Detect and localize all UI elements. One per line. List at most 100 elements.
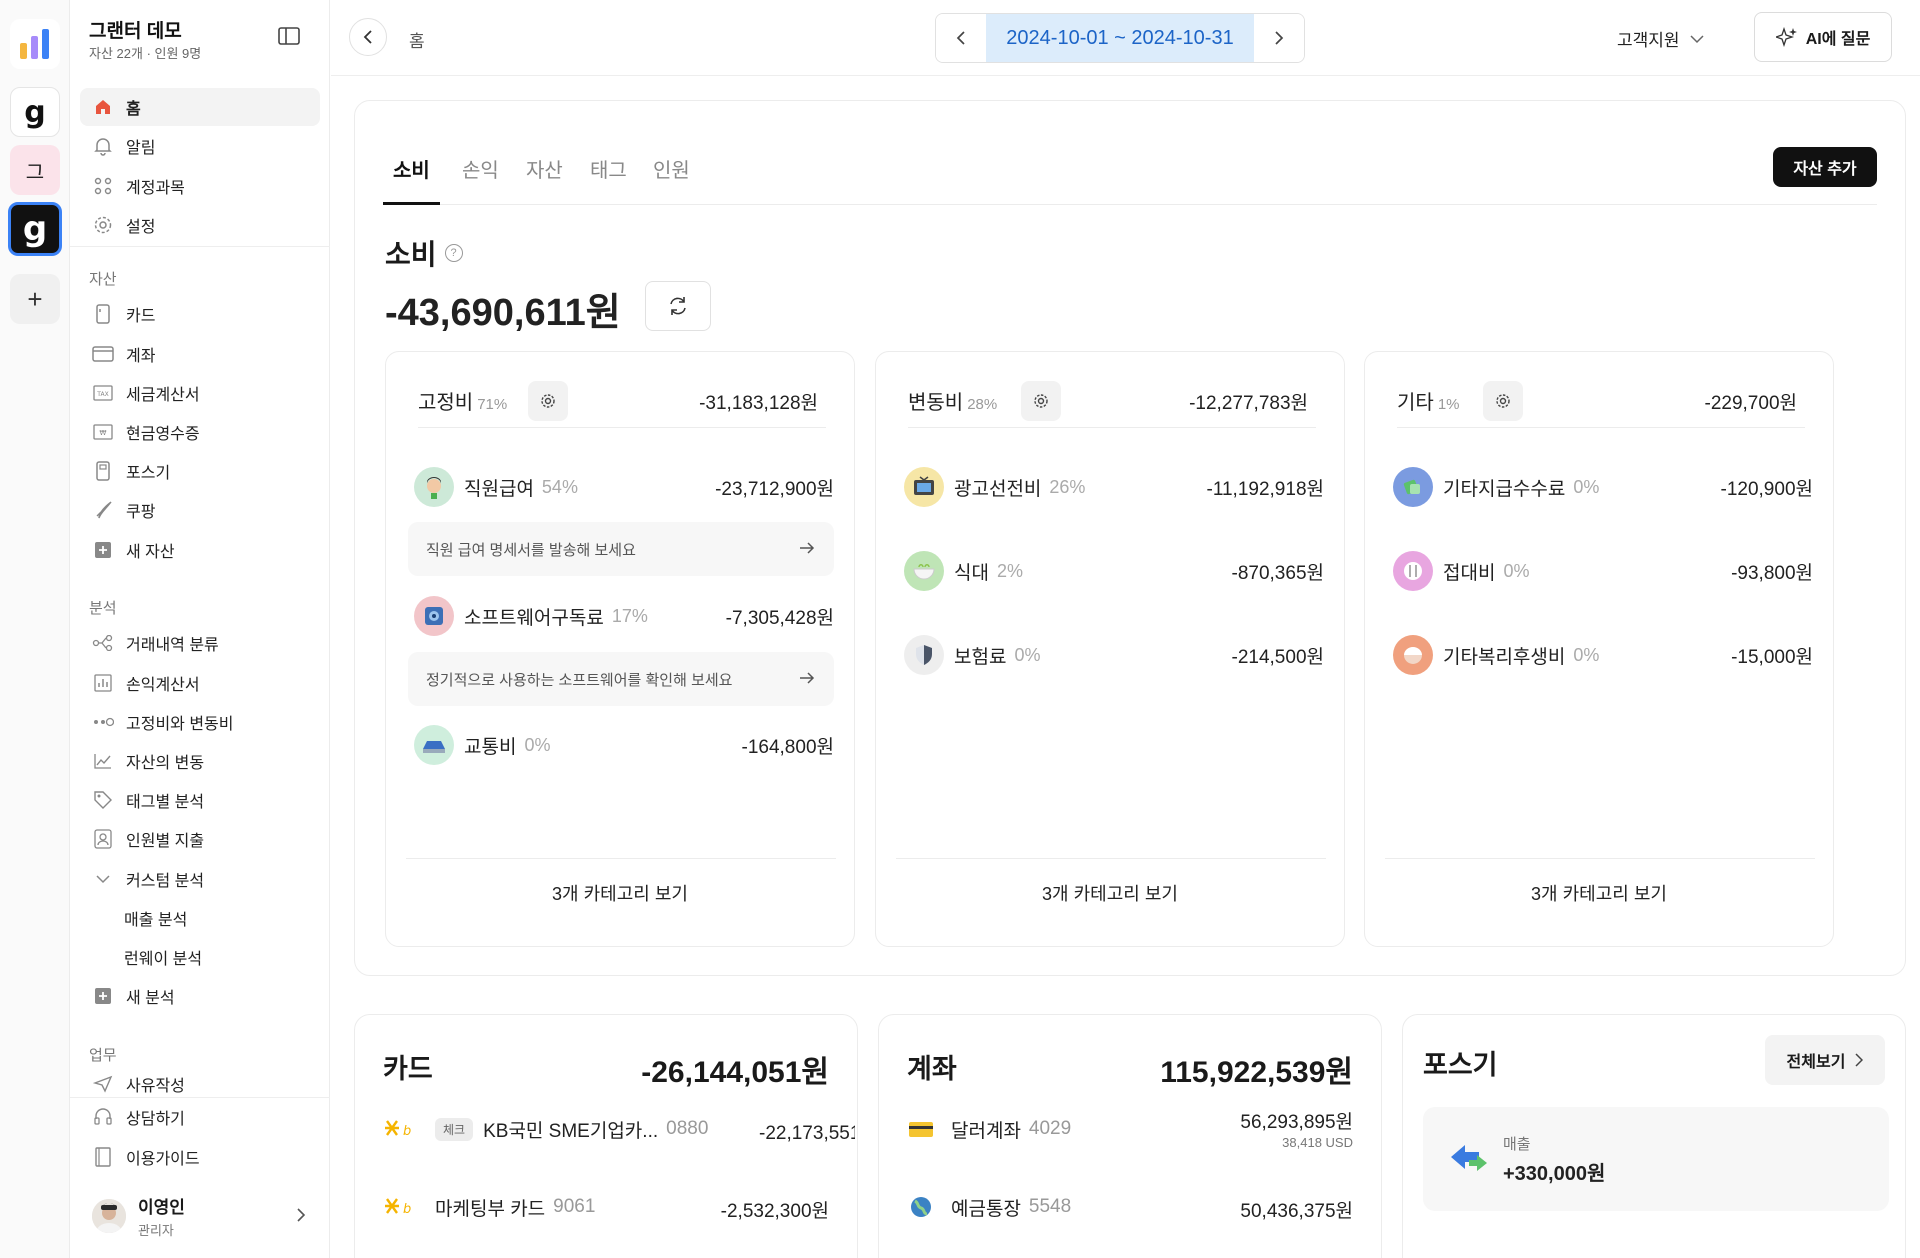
category-row[interactable]: 식대 2% -870,365원 (904, 550, 1324, 592)
support-dropdown[interactable]: 고객지원 (1617, 26, 1704, 51)
payslip-hint[interactable]: 직원 급여 명세서를 발송해 보세요 (408, 522, 834, 576)
category-row[interactable]: 기타지급수수료 0% -120,900원 (1393, 466, 1813, 508)
card-row[interactable]: b 마케팅부 카드 9061 (383, 1187, 595, 1227)
view-all-button[interactable]: 전체보기 (1765, 1035, 1885, 1085)
sidebar-item-accounts[interactable]: 계정과목 (80, 167, 320, 205)
credit-card-icon (909, 1122, 933, 1137)
sidebar: 그랜터 데모 자산 22개 · 인원 9명 홈 알림 계정과목 설정 자산 카드… (70, 0, 330, 1258)
tab-people[interactable]: 인원 (643, 151, 700, 205)
sidebar-item-runway[interactable]: 런웨이 분석 (80, 938, 320, 976)
date-range-value[interactable]: 2024-10-01 ~ 2024-10-31 (986, 14, 1254, 62)
help-icon[interactable]: ? (444, 244, 463, 262)
tab-assets[interactable]: 자산 (516, 151, 573, 205)
card-summary-panel: 카드 -26,144,051원 b 체크 KB국민 SME기업카... 0880… (354, 1014, 858, 1258)
sidebar-item-card[interactable]: 카드 (80, 295, 320, 333)
sidebar-item-custom[interactable]: 커스텀 분석 (80, 860, 320, 898)
add-workspace-button[interactable]: + (10, 274, 60, 324)
sidebar-item-pos[interactable]: 포스기 (80, 452, 320, 490)
category-row[interactable]: 기타복리후생비 0% -15,000원 (1393, 634, 1813, 676)
bank-amount: 50,436,375원 (1240, 1201, 1353, 1222)
view-categories-link[interactable]: 3개 카테고리 보기 (1365, 880, 1833, 906)
pos-label: 매출 (1503, 1136, 1531, 1153)
sidebar-item-fixed-var[interactable]: 고정비와 변동비 (80, 703, 320, 741)
exchange-arrow-icon (1451, 1145, 1487, 1171)
next-period-button[interactable] (1254, 14, 1304, 62)
category-name: 소프트웨어구독료 (464, 607, 604, 629)
view-categories-link[interactable]: 3개 카테고리 보기 (386, 880, 854, 906)
sidebar-item-label: 매출 분석 (124, 912, 188, 929)
sidebar-item-guide[interactable]: 이용가이드 (80, 1138, 320, 1176)
tab-spending[interactable]: 소비 (383, 151, 440, 205)
sidebar-item-tag-analysis[interactable]: 태그별 분석 (80, 781, 320, 819)
sidebar-item-alerts[interactable]: 알림 (80, 127, 320, 165)
card-divider (896, 858, 1326, 859)
tv-icon (904, 467, 944, 507)
refresh-button[interactable] (645, 281, 711, 331)
category-row[interactable]: 보험료 0% -214,500원 (904, 634, 1324, 676)
bank-row[interactable]: 예금통장 5548 (907, 1187, 1071, 1227)
sidebar-item-label: 런웨이 분석 (124, 951, 203, 968)
sidebar-item-home[interactable]: 홈 (80, 88, 320, 126)
category-row[interactable]: 접대비 0% -93,800원 (1393, 550, 1813, 592)
prev-period-button[interactable] (936, 14, 986, 62)
section-title-text: 소비 (385, 239, 437, 270)
sidebar-item-cash-receipt[interactable]: ₩ 현금영수증 (80, 413, 320, 451)
card-row[interactable]: b 체크 KB국민 SME기업카... 0880 (383, 1109, 708, 1149)
sidebar-item-bank[interactable]: 계좌 (80, 335, 320, 373)
globe-icon (911, 1197, 931, 1217)
sidebar-item-label: 자산의 변동 (126, 755, 205, 772)
software-icon (414, 596, 454, 636)
software-hint[interactable]: 정기적으로 사용하는 소프트웨어를 확인해 보세요 (408, 652, 834, 706)
card-settings-button[interactable] (528, 381, 568, 421)
category-row[interactable]: 광고선전비 26% -11,192,918원 (904, 466, 1324, 508)
breadcrumb[interactable]: 홈 (409, 27, 425, 52)
workspace-rail: g 그 g + (0, 0, 70, 1258)
chevron-down-icon (1690, 34, 1704, 43)
workspace-name[interactable]: 그랜터 데모 (89, 16, 182, 43)
pos-icon (92, 460, 114, 482)
card-settings-button[interactable] (1483, 381, 1523, 421)
sidebar-item-new-analysis[interactable]: 새 분석 (80, 977, 320, 1015)
view-categories-link[interactable]: 3개 카테고리 보기 (876, 880, 1344, 906)
card-name: KB국민 SME기업카... (483, 1120, 659, 1142)
workspace-g-icon[interactable]: g (10, 87, 60, 137)
other-cost-card: 기타 1% -229,700원 기타지급수수료 0% -120,900원 접대비 … (1364, 351, 1834, 947)
sidebar-item-settings[interactable]: 설정 (80, 206, 320, 244)
sidebar-item-person-spend[interactable]: 인원별 지출 (80, 820, 320, 858)
pos-summary-panel: 포스기 전체보기 매출 +330,000원 (1402, 1014, 1906, 1258)
pos-sales-item[interactable]: 매출 +330,000원 (1423, 1107, 1889, 1211)
sidebar-item-label: 고정비와 변동비 (126, 716, 234, 733)
card-settings-button[interactable] (1021, 381, 1061, 421)
card-amount: -229,700원 (1704, 393, 1798, 414)
fee-icon (1393, 467, 1433, 507)
kb-card-icon: b (385, 1120, 411, 1139)
sidebar-item-asset-change[interactable]: 자산의 변동 (80, 742, 320, 780)
app-logo-icon[interactable] (10, 19, 60, 69)
card-title-text: 변동비 (908, 392, 964, 414)
pos-summary-title: 포스기 (1423, 1050, 1498, 1080)
tab-pnl[interactable]: 손익 (452, 151, 509, 205)
sidebar-item-tax-invoice[interactable]: TAX 세금계산서 (80, 374, 320, 412)
category-row[interactable]: 교통비 0% -164,800원 (414, 724, 834, 766)
sidebar-item-coupang[interactable]: 쿠팡 (80, 491, 320, 529)
sidebar-item-new-asset[interactable]: 새 자산 (80, 531, 320, 569)
sidebar-item-consult[interactable]: 상담하기 (80, 1098, 320, 1136)
bank-row[interactable]: 달러계좌 4029 (907, 1109, 1071, 1149)
tab-tags[interactable]: 태그 (580, 151, 637, 205)
add-asset-button[interactable]: 자산 추가 (1773, 147, 1877, 187)
sidebar-item-pnl[interactable]: 손익계산서 (80, 664, 320, 702)
bank-usd-amount: 38,418 USD (1282, 1135, 1353, 1150)
ask-ai-button[interactable]: AI에 질문 (1754, 12, 1892, 62)
workspace-k-icon[interactable]: 그 (10, 145, 60, 195)
sidebar-item-sales-analysis[interactable]: 매출 분석 (80, 899, 320, 937)
back-button[interactable] (349, 18, 387, 56)
category-row[interactable]: 소프트웨어구독료 17% -7,305,428원 (414, 595, 834, 637)
sidebar-toggle-icon[interactable] (278, 26, 300, 46)
workspace-selected-icon[interactable]: g (8, 202, 62, 256)
category-amount: -120,900원 (1720, 478, 1814, 500)
gear-icon (541, 394, 555, 408)
sidebar-item-tx-class[interactable]: 거래내역 분류 (80, 624, 320, 662)
category-row[interactable]: 직원급여 54% -23,712,900원 (414, 466, 834, 508)
receipt-icon: ₩ (92, 421, 114, 443)
user-profile[interactable]: 이영인 관리자 (80, 1188, 320, 1244)
